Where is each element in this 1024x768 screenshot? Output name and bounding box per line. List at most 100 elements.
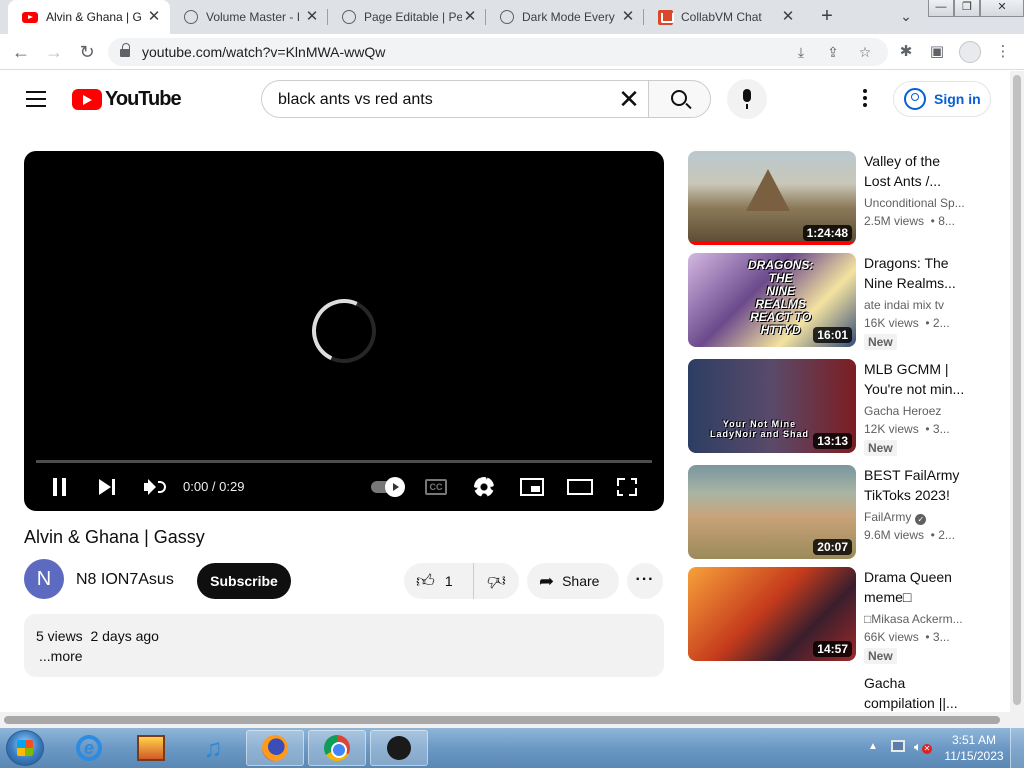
tab-dark-mode[interactable]: Dark Mode Every ✕ — [486, 0, 644, 34]
firefox-taskbar[interactable] — [246, 730, 304, 766]
scrollbar-thumb[interactable] — [4, 716, 1000, 724]
theater-mode-icon[interactable] — [567, 473, 593, 501]
tab-collabvm[interactable]: CollabVM Chat ✕ — [644, 0, 804, 34]
recommendation-title[interactable]: MLB GCMM | You're not min... — [864, 359, 976, 399]
tab-title: Dark Mode Every — [522, 10, 615, 24]
more-actions-button[interactable]: ··· — [627, 563, 663, 599]
progress-bar[interactable] — [36, 460, 652, 463]
video-thumbnail[interactable]: 14:57 — [688, 567, 856, 661]
recommendation-item[interactable]: 14:57 Drama Queen meme□ □Mikasa Ackerm..… — [688, 567, 978, 664]
network-icon[interactable] — [891, 740, 905, 752]
scrollbar-thumb[interactable] — [1013, 75, 1021, 705]
share-button[interactable]: ➦ Share — [527, 563, 619, 599]
description-box[interactable]: 5 views 2 days ago ...more — [24, 614, 664, 677]
search-query[interactable]: black ants vs red ants — [278, 91, 433, 109]
music-note-icon: ♫ — [203, 732, 223, 763]
start-button[interactable] — [6, 730, 44, 766]
settings-more-icon[interactable] — [856, 89, 874, 109]
next-video-icon[interactable] — [96, 473, 118, 501]
chrome-taskbar[interactable] — [308, 730, 366, 766]
sign-in-button[interactable]: Sign in — [893, 81, 991, 117]
tab-page-editable[interactable]: Page Editable | Pe ✕ — [328, 0, 486, 34]
tab-search-icon[interactable]: ⌄ — [896, 6, 916, 26]
search-input[interactable]: black ants vs red ants ✕ — [261, 80, 649, 118]
extensions-puzzle-icon[interactable]: ✱ — [896, 42, 916, 62]
recommendation-title[interactable]: Gacha compilation ||... — [864, 673, 976, 713]
horizontal-scrollbar[interactable] — [0, 712, 1010, 728]
forward-arrow-icon[interactable]: → — [42, 40, 66, 64]
search-button[interactable] — [648, 80, 711, 118]
reload-icon[interactable]: ↻ — [75, 40, 99, 64]
lock-icon[interactable] — [120, 43, 130, 57]
volume-muted-icon[interactable]: 🔈︎ ✕ — [914, 739, 932, 755]
recommendation-channel[interactable]: Gacha Heroez — [864, 404, 974, 418]
recommendation-title[interactable]: Valley of the Lost Ants /... — [864, 151, 976, 191]
windows-taskbar: e ♫ ▲ 🔈︎ ✕ 3:51 AM 11/15/2023 — [0, 728, 1024, 768]
internet-explorer-taskbar[interactable]: e — [60, 730, 118, 766]
minimize-button[interactable]: — — [928, 0, 954, 17]
video-thumbnail[interactable]: DRAGONS: THE NINE REALMS REACT TO HTTYD … — [688, 253, 856, 347]
recommendation-channel[interactable]: □Mikasa Ackerm... — [864, 612, 974, 626]
share-page-icon[interactable]: ⇪ — [824, 43, 842, 61]
recommendation-title[interactable]: BEST FailArmy TikToks 2023! — [864, 465, 976, 505]
recommendation-channel[interactable]: ate indai mix tv — [864, 298, 974, 312]
recommendation-channel[interactable]: FailArmy ✓ — [864, 510, 974, 525]
close-icon[interactable]: ✕ — [780, 9, 796, 25]
profile-avatar-icon[interactable] — [959, 41, 981, 63]
video-thumbnail[interactable]: 1:24:48 — [688, 151, 856, 245]
dislike-button[interactable]: 👍︎ — [474, 563, 518, 599]
close-window-button[interactable]: ✕ — [980, 0, 1024, 17]
like-button[interactable]: 👍︎ 1 — [404, 563, 474, 599]
pause-icon[interactable] — [50, 473, 68, 501]
itunes-taskbar[interactable]: ♫ — [184, 730, 242, 766]
close-icon[interactable]: ✕ — [304, 9, 320, 25]
recommendation-title[interactable]: Drama Queen meme□ — [864, 567, 976, 607]
clear-search-icon[interactable]: ✕ — [615, 85, 643, 113]
miniplayer-icon[interactable] — [519, 473, 545, 501]
show-hidden-icons-icon[interactable]: ▲ — [868, 741, 878, 752]
show-more-link[interactable]: ...more — [39, 648, 83, 664]
back-arrow-icon[interactable]: ← — [9, 40, 33, 64]
recommendation-channel[interactable]: Unconditional Sp... — [864, 196, 974, 210]
tab-youtube[interactable]: Alvin & Ghana | G ✕ — [8, 0, 170, 34]
video-thumbnail[interactable]: Your Not Mine LadyNoir and Shad 13:13 — [688, 359, 856, 453]
browser-menu-icon[interactable]: ⋮ — [993, 42, 1013, 62]
video-player[interactable]: 0:00 / 0:29 CC — [24, 151, 664, 511]
vertical-scrollbar[interactable] — [1010, 71, 1024, 728]
new-tab-button[interactable]: + — [815, 4, 839, 28]
tab-volume-master[interactable]: Volume Master - I ✕ — [170, 0, 328, 34]
recommendation-item[interactable]: 20:07 BEST FailArmy TikToks 2023! FailAr… — [688, 465, 978, 561]
bookmark-star-icon[interactable]: ☆ — [856, 43, 874, 61]
close-icon[interactable]: ✕ — [146, 9, 162, 25]
autoplay-toggle[interactable] — [369, 473, 405, 501]
address-bar[interactable]: youtube.com/watch?v=KlnMWA-wwQw ⤓ ⇪ ☆ — [108, 38, 888, 66]
recommendation-item[interactable]: Gacha compilation ||... — [688, 673, 978, 713]
clock-time: 3:51 AM — [951, 733, 997, 747]
hamburger-menu-icon[interactable] — [26, 91, 46, 107]
tab-title: Volume Master - I — [206, 10, 301, 24]
store-taskbar[interactable] — [122, 730, 180, 766]
url-text[interactable]: youtube.com/watch?v=KlnMWA-wwQw — [142, 44, 385, 60]
recommendation-item[interactable]: DRAGONS: THE NINE REALMS REACT TO HTTYD … — [688, 253, 978, 350]
close-icon[interactable]: ✕ — [462, 9, 478, 25]
youtube-logo[interactable]: YouTube — [72, 88, 182, 111]
install-app-icon[interactable]: ⤓ — [792, 43, 810, 61]
fullscreen-icon[interactable] — [616, 473, 638, 501]
captions-icon[interactable]: CC — [424, 473, 448, 501]
side-panel-icon[interactable]: ▣ — [927, 42, 947, 62]
video-thumbnail[interactable]: 20:07 — [688, 465, 856, 559]
volume-icon[interactable] — [142, 473, 168, 501]
channel-avatar[interactable]: N — [24, 559, 64, 599]
recommendation-item[interactable]: 1:24:48 Valley of the Lost Ants /... Unc… — [688, 151, 978, 247]
recommendation-title[interactable]: Dragons: The Nine Realms... — [864, 253, 976, 293]
close-icon[interactable]: ✕ — [620, 9, 636, 25]
recommendation-item[interactable]: Your Not Mine LadyNoir and Shad 13:13 ML… — [688, 359, 978, 456]
channel-name[interactable]: N8 ION7Asus — [76, 571, 174, 589]
subscribe-button[interactable]: Subscribe — [197, 563, 291, 599]
collabvm-taskbar[interactable] — [370, 730, 428, 766]
voice-search-button[interactable] — [727, 79, 767, 119]
system-clock[interactable]: 3:51 AM 11/15/2023 — [940, 732, 1008, 764]
restore-button[interactable]: ❐ — [954, 0, 980, 17]
show-desktop-button[interactable] — [1010, 728, 1024, 768]
settings-gear-icon[interactable] — [472, 473, 496, 501]
